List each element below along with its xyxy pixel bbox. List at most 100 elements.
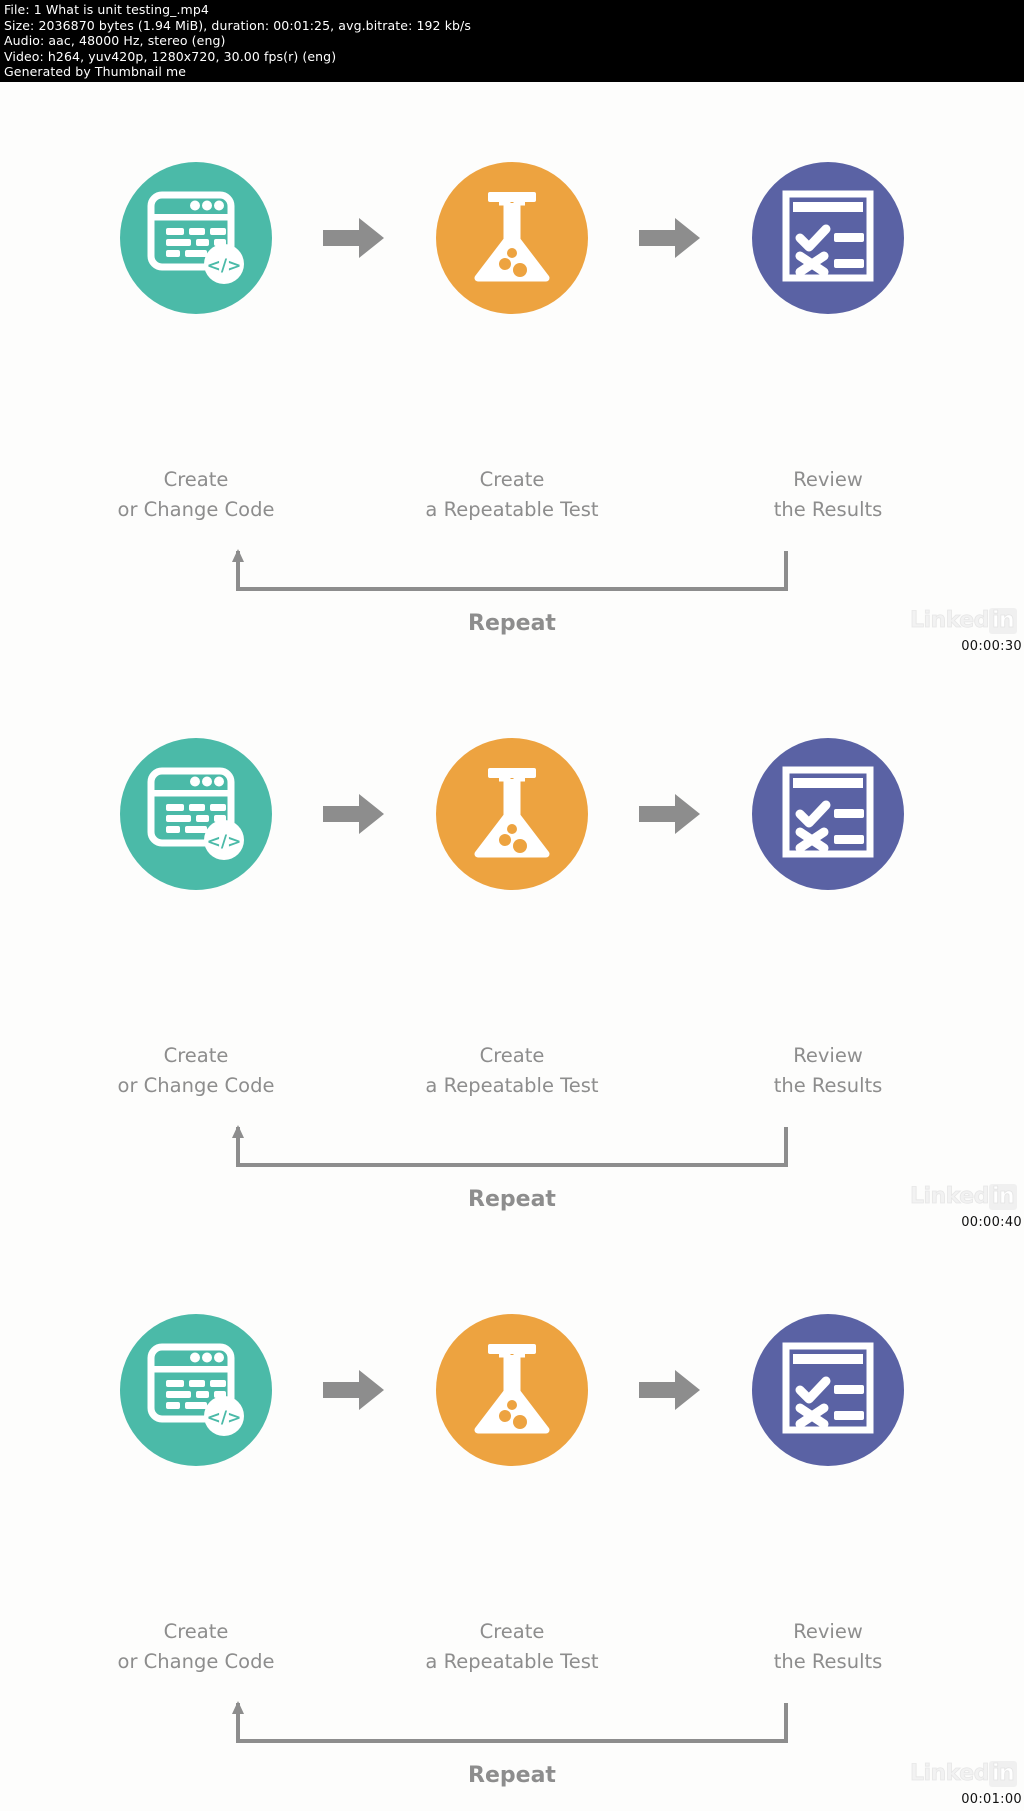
flow-arrow <box>627 216 713 260</box>
watermark-brand: Linked <box>910 1761 990 1787</box>
process-node-2 <box>713 738 943 890</box>
process-flow-row: </> <box>0 738 1024 890</box>
linkedin-watermark: Linked in <box>910 1184 1022 1210</box>
process-node-0: </> <box>81 1314 311 1466</box>
thumbnail-timestamp: 00:00:40 <box>961 1215 1022 1230</box>
process-node-caption: Review the Results <box>713 465 943 525</box>
repeat-label: Repeat <box>468 611 556 636</box>
unit-testing-cycle-diagram: </> Create or Change Code Create a Repea… <box>0 1234 1024 1810</box>
code-window-icon: </> <box>147 767 244 860</box>
flow-arrow <box>311 216 397 260</box>
process-captions: Create or Change Code Create a Repeatabl… <box>0 1617 1024 1677</box>
thumbnail-frame[interactable]: </> Create or Change Code Create a Repea… <box>0 82 1024 658</box>
caption-line-2: the Results <box>773 498 883 521</box>
caption-line-1: Review <box>793 1044 863 1067</box>
flask-icon <box>474 191 550 281</box>
flow-arrow <box>311 792 397 836</box>
info-audio-line: Audio: aac, 48000 Hz, stereo (eng) <box>4 33 226 49</box>
repeat-loop-arrow-icon <box>232 1125 788 1167</box>
process-node-circle: </> <box>120 1314 272 1466</box>
flask-icon <box>462 762 562 867</box>
arrow-right-icon <box>639 1370 700 1410</box>
thumbnail-timestamp: 00:00:30 <box>961 639 1022 654</box>
svg-text:</>: </> <box>207 1408 242 1428</box>
caption-line-2: a Repeatable Test <box>425 1650 599 1673</box>
info-generated-line: Generated by Thumbnail me <box>4 64 187 80</box>
thumbnail-frame[interactable]: </> Create or Change Code Create a Repea… <box>0 658 1024 1234</box>
thumbnail-grid: </> Create or Change Code Create a Repea… <box>0 82 1024 1811</box>
watermark-badge: in <box>988 1761 1018 1787</box>
process-node-1 <box>397 1314 627 1466</box>
process-node-1 <box>397 738 627 890</box>
linkedin-watermark: Linked in <box>910 608 1022 634</box>
arrow-right-icon <box>323 1370 384 1410</box>
watermark-brand: Linked <box>910 1184 990 1210</box>
repeat-label: Repeat <box>468 1763 556 1788</box>
repeat-loop-arrow-icon <box>232 549 788 591</box>
caption-line-1: Review <box>793 468 863 491</box>
caption-line-1: Create <box>163 1620 229 1643</box>
process-node-circle <box>436 162 588 314</box>
code-window-icon: </> <box>144 184 248 293</box>
code-window-icon: </> <box>144 760 248 869</box>
video-info-header: File: 1 What is unit testing_.mp4 Size: … <box>0 0 1024 82</box>
thumbnail-frame[interactable]: </> Create or Change Code Create a Repea… <box>0 1234 1024 1811</box>
process-node-2 <box>713 1314 943 1466</box>
process-node-0: </> <box>81 738 311 890</box>
arrow-right-icon <box>639 794 700 834</box>
process-captions: Create or Change Code Create a Repeatabl… <box>0 465 1024 525</box>
repeat-loop-arrow-icon <box>232 1701 788 1743</box>
flask-icon <box>474 767 550 857</box>
thumbnail-timestamp: 00:01:00 <box>961 1792 1022 1807</box>
caption-line-2: or Change Code <box>117 1074 275 1097</box>
caption-line-1: Create <box>479 468 545 491</box>
flask-icon <box>474 1343 550 1433</box>
process-node-circle <box>752 738 904 890</box>
flow-arrow <box>627 792 713 836</box>
process-flow-row: </> <box>0 162 1024 314</box>
svg-text:</>: </> <box>207 256 242 276</box>
linkedin-watermark: Linked in <box>910 1761 1022 1787</box>
checklist-icon <box>782 1342 874 1433</box>
process-node-circle <box>436 1314 588 1466</box>
info-size-line: Size: 2036870 bytes (1.94 MiB), duration… <box>4 17 471 33</box>
code-window-icon: </> <box>147 191 244 284</box>
info-file-line: File: 1 What is unit testing_.mp4 <box>4 2 209 17</box>
checklist-icon <box>782 190 874 281</box>
flask-icon <box>462 186 562 291</box>
caption-line-1: Create <box>163 468 229 491</box>
process-node-caption: Create a Repeatable Test <box>397 1617 627 1677</box>
caption-line-2: the Results <box>773 1650 883 1673</box>
info-video-line: Video: h264, yuv420p, 1280x720, 30.00 fp… <box>4 48 337 64</box>
unit-testing-cycle-diagram: </> Create or Change Code Create a Repea… <box>0 658 1024 1234</box>
svg-text:</>: </> <box>207 832 242 852</box>
process-node-caption: Create or Change Code <box>81 1041 311 1101</box>
repeat-loop <box>232 549 792 595</box>
process-node-caption: Create or Change Code <box>81 465 311 525</box>
caption-line-1: Review <box>793 1620 863 1643</box>
arrow-right-icon <box>323 794 384 834</box>
repeat-loop <box>232 1701 792 1747</box>
code-window-icon: </> <box>144 1336 248 1445</box>
arrow-right-icon <box>323 218 384 258</box>
process-node-circle: </> <box>120 162 272 314</box>
checklist-icon <box>778 186 878 291</box>
process-flow-row: </> <box>0 1314 1024 1466</box>
process-node-2 <box>713 162 943 314</box>
checklist-icon <box>778 1338 878 1443</box>
process-node-circle <box>752 162 904 314</box>
caption-line-2: a Repeatable Test <box>425 498 599 521</box>
checklist-icon <box>778 762 878 867</box>
caption-line-2: the Results <box>773 1074 883 1097</box>
process-node-circle <box>436 738 588 890</box>
process-node-circle: </> <box>120 738 272 890</box>
checklist-icon <box>782 766 874 857</box>
caption-line-1: Create <box>479 1620 545 1643</box>
unit-testing-cycle-diagram: </> Create or Change Code Create a Repea… <box>0 82 1024 658</box>
caption-line-2: a Repeatable Test <box>425 1074 599 1097</box>
process-node-1 <box>397 162 627 314</box>
caption-line-1: Create <box>479 1044 545 1067</box>
